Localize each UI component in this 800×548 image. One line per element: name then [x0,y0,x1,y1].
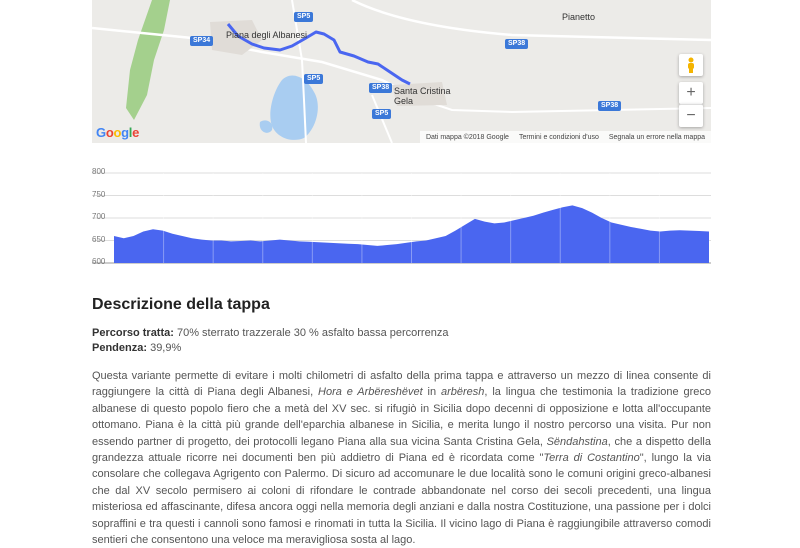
pendenza-value: 39,9% [147,342,182,354]
percorso-value: 70% sterrato trazzerale 30 % asfalto bas… [173,327,449,339]
road-shield: SP38 [598,101,622,111]
stage-description: Descrizione della tappa Percorso tratta:… [92,296,711,548]
description-paragraph: Questa variante permette di evitare i mo… [92,370,712,547]
google-logo[interactable]: Google [96,125,139,140]
terms-link[interactable]: Termini e condizioni d'uso [519,134,599,141]
y-tick: 700 [92,212,106,221]
y-tick: 750 [92,190,106,199]
percorso-row: Percorso tratta: 70% sterrato trazzerale… [92,326,711,341]
road [351,0,711,42]
road [371,94,393,143]
y-tick: 800 [92,167,106,176]
pegman-icon [688,57,694,73]
label-piana: Piana degli Albanesi [226,30,308,40]
map-embed[interactable]: Piana degli Albanesi Santa Cristina Gela… [92,0,711,143]
road-shield: SP34 [190,36,214,46]
zoom-out-button[interactable]: − [679,104,703,127]
road-shield: SP5 [372,109,392,119]
road-shield: SP5 [294,12,314,22]
lake-small [259,120,273,133]
map-base [92,0,711,143]
road-shield: SP38 [505,39,529,49]
road-shield: SP5 [304,74,324,84]
percorso-label: Percorso tratta: [92,327,174,339]
elevation-chart [92,172,711,264]
road [421,99,711,114]
lake [270,75,318,140]
elevation-profile [92,160,711,270]
label-pianetto: Pianetto [562,12,596,22]
label-santa-cristina: Santa Cristina Gela [394,86,451,106]
road-shield: SP38 [369,83,393,93]
y-tick: 600 [92,257,106,266]
street-view-pegman[interactable] [679,54,703,76]
zoom-in-button[interactable]: + [679,82,703,104]
pendenza-row: Pendenza: 39,9% [92,341,711,356]
map-footer: Dati mappa ©2018 Google Termini e condiz… [419,131,711,143]
section-title: Descrizione della tappa [92,296,270,313]
pendenza-label: Pendenza: [92,342,148,354]
park-area [126,0,170,120]
report-error-link[interactable]: Segnala un errore nella mappa [609,134,705,141]
map-data-credit: Dati mappa ©2018 Google [425,133,509,141]
y-tick: 650 [92,235,106,244]
